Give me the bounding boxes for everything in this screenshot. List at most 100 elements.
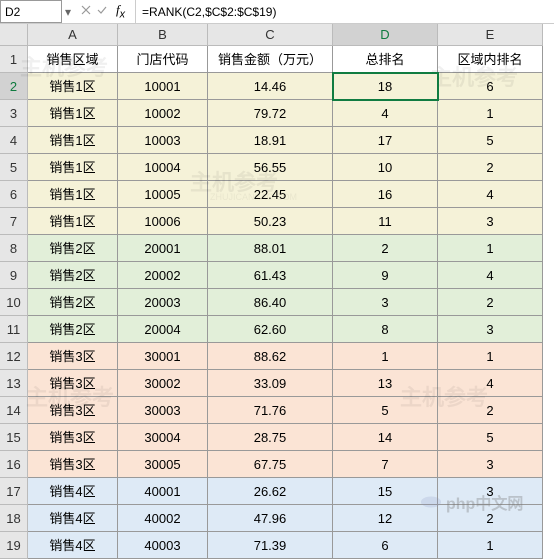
cell-C19[interactable]: 71.39 xyxy=(208,532,333,559)
cell-A19[interactable]: 销售4区 xyxy=(28,532,118,559)
header-cell[interactable]: 区域内排名 xyxy=(438,46,543,73)
cell-E5[interactable]: 2 xyxy=(438,154,543,181)
row-header-2[interactable]: 2 xyxy=(0,73,28,100)
cell-B3[interactable]: 10002 xyxy=(118,100,208,127)
cell-E11[interactable]: 3 xyxy=(438,316,543,343)
name-box-dropdown-icon[interactable]: ▾ xyxy=(62,5,74,19)
fx-icon[interactable]: fx xyxy=(116,2,125,21)
header-cell[interactable]: 门店代码 xyxy=(118,46,208,73)
cell-D5[interactable]: 10 xyxy=(333,154,438,181)
cell-E17[interactable]: 3 xyxy=(438,478,543,505)
cell-C14[interactable]: 71.76 xyxy=(208,397,333,424)
cell-B12[interactable]: 30001 xyxy=(118,343,208,370)
row-header-11[interactable]: 11 xyxy=(0,316,28,343)
cell-C3[interactable]: 79.72 xyxy=(208,100,333,127)
cell-A14[interactable]: 销售3区 xyxy=(28,397,118,424)
cell-E18[interactable]: 2 xyxy=(438,505,543,532)
cell-D3[interactable]: 4 xyxy=(333,100,438,127)
cell-D11[interactable]: 8 xyxy=(333,316,438,343)
cell-B2[interactable]: 10001 xyxy=(118,73,208,100)
cell-D2[interactable]: 18 xyxy=(333,73,438,100)
cell-B10[interactable]: 20003 xyxy=(118,289,208,316)
cell-B4[interactable]: 10003 xyxy=(118,127,208,154)
cell-B18[interactable]: 40002 xyxy=(118,505,208,532)
cell-E10[interactable]: 2 xyxy=(438,289,543,316)
cell-A15[interactable]: 销售3区 xyxy=(28,424,118,451)
cell-D19[interactable]: 6 xyxy=(333,532,438,559)
cell-B9[interactable]: 20002 xyxy=(118,262,208,289)
cell-C18[interactable]: 47.96 xyxy=(208,505,333,532)
cell-B19[interactable]: 40003 xyxy=(118,532,208,559)
cancel-icon[interactable] xyxy=(80,4,92,19)
header-cell[interactable]: 总排名 xyxy=(333,46,438,73)
cell-A10[interactable]: 销售2区 xyxy=(28,289,118,316)
cell-D13[interactable]: 13 xyxy=(333,370,438,397)
cell-C4[interactable]: 18.91 xyxy=(208,127,333,154)
cell-A13[interactable]: 销售3区 xyxy=(28,370,118,397)
header-cell[interactable]: 销售金额（万元） xyxy=(208,46,333,73)
cell-E14[interactable]: 2 xyxy=(438,397,543,424)
cell-C13[interactable]: 33.09 xyxy=(208,370,333,397)
cell-D7[interactable]: 11 xyxy=(333,208,438,235)
row-header-4[interactable]: 4 xyxy=(0,127,28,154)
row-header-14[interactable]: 14 xyxy=(0,397,28,424)
cell-D4[interactable]: 17 xyxy=(333,127,438,154)
cell-A18[interactable]: 销售4区 xyxy=(28,505,118,532)
row-header-1[interactable]: 1 xyxy=(0,46,28,73)
name-box[interactable]: D2 xyxy=(0,0,62,23)
cell-C15[interactable]: 28.75 xyxy=(208,424,333,451)
cell-E16[interactable]: 3 xyxy=(438,451,543,478)
row-header-5[interactable]: 5 xyxy=(0,154,28,181)
cell-B8[interactable]: 20001 xyxy=(118,235,208,262)
cell-A5[interactable]: 销售1区 xyxy=(28,154,118,181)
row-header-6[interactable]: 6 xyxy=(0,181,28,208)
cell-A7[interactable]: 销售1区 xyxy=(28,208,118,235)
cell-A3[interactable]: 销售1区 xyxy=(28,100,118,127)
row-header-15[interactable]: 15 xyxy=(0,424,28,451)
cell-C5[interactable]: 56.55 xyxy=(208,154,333,181)
row-header-8[interactable]: 8 xyxy=(0,235,28,262)
cell-D18[interactable]: 12 xyxy=(333,505,438,532)
cell-B5[interactable]: 10004 xyxy=(118,154,208,181)
cell-D10[interactable]: 3 xyxy=(333,289,438,316)
row-header-12[interactable]: 12 xyxy=(0,343,28,370)
cell-A4[interactable]: 销售1区 xyxy=(28,127,118,154)
cell-D14[interactable]: 5 xyxy=(333,397,438,424)
cell-E15[interactable]: 5 xyxy=(438,424,543,451)
cell-D9[interactable]: 9 xyxy=(333,262,438,289)
cell-C2[interactable]: 14.46 xyxy=(208,73,333,100)
cell-B17[interactable]: 40001 xyxy=(118,478,208,505)
spreadsheet-grid[interactable]: ABCDE1销售区域门店代码销售金额（万元）总排名区域内排名2销售1区10001… xyxy=(0,24,554,559)
col-header-A[interactable]: A xyxy=(28,24,118,46)
cell-A9[interactable]: 销售2区 xyxy=(28,262,118,289)
cell-E9[interactable]: 4 xyxy=(438,262,543,289)
cell-D8[interactable]: 2 xyxy=(333,235,438,262)
cell-C8[interactable]: 88.01 xyxy=(208,235,333,262)
confirm-icon[interactable] xyxy=(96,4,108,19)
cell-C10[interactable]: 86.40 xyxy=(208,289,333,316)
cell-E6[interactable]: 4 xyxy=(438,181,543,208)
col-header-D[interactable]: D xyxy=(333,24,438,46)
cell-D6[interactable]: 16 xyxy=(333,181,438,208)
cell-B6[interactable]: 10005 xyxy=(118,181,208,208)
cell-C11[interactable]: 62.60 xyxy=(208,316,333,343)
cell-A11[interactable]: 销售2区 xyxy=(28,316,118,343)
cell-A2[interactable]: 销售1区 xyxy=(28,73,118,100)
cell-D16[interactable]: 7 xyxy=(333,451,438,478)
cell-E7[interactable]: 3 xyxy=(438,208,543,235)
cell-A12[interactable]: 销售3区 xyxy=(28,343,118,370)
row-header-10[interactable]: 10 xyxy=(0,289,28,316)
row-header-19[interactable]: 19 xyxy=(0,532,28,559)
cell-C16[interactable]: 67.75 xyxy=(208,451,333,478)
row-header-18[interactable]: 18 xyxy=(0,505,28,532)
cell-C9[interactable]: 61.43 xyxy=(208,262,333,289)
col-header-C[interactable]: C xyxy=(208,24,333,46)
select-all-corner[interactable] xyxy=(0,24,28,46)
cell-D15[interactable]: 14 xyxy=(333,424,438,451)
cell-E13[interactable]: 4 xyxy=(438,370,543,397)
row-header-13[interactable]: 13 xyxy=(0,370,28,397)
cell-B14[interactable]: 30003 xyxy=(118,397,208,424)
row-header-9[interactable]: 9 xyxy=(0,262,28,289)
row-header-3[interactable]: 3 xyxy=(0,100,28,127)
cell-E4[interactable]: 5 xyxy=(438,127,543,154)
